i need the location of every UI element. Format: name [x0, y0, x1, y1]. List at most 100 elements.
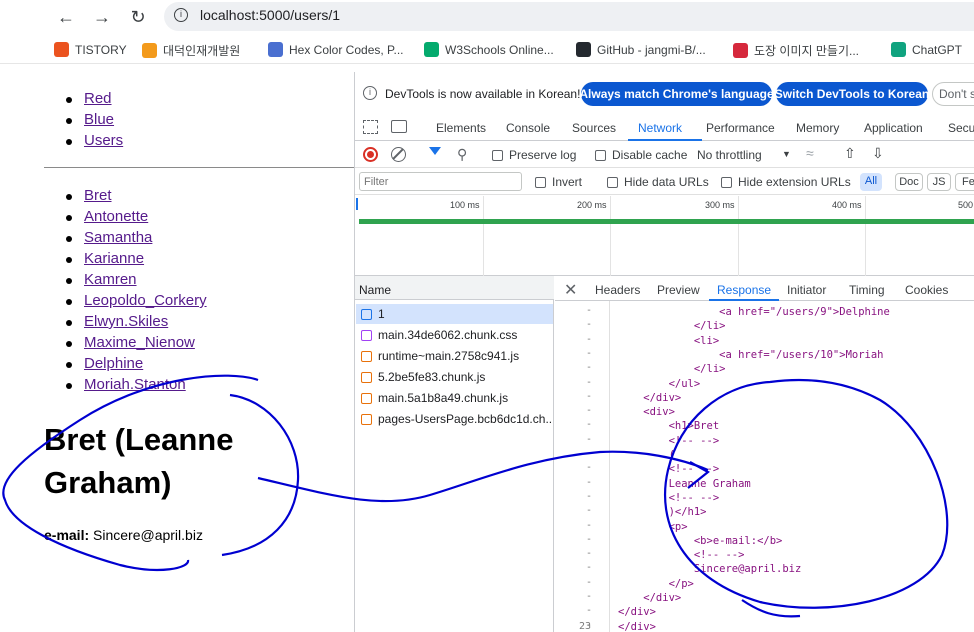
- switch-korean-button[interactable]: Switch DevTools to Korean: [775, 82, 929, 106]
- record-icon[interactable]: [363, 147, 378, 162]
- user-link[interactable]: Karianne: [84, 250, 144, 267]
- devtools-tab[interactable]: Elements: [436, 121, 486, 135]
- timeline-tick-label: 300 ms: [705, 200, 735, 210]
- response-tab[interactable]: Response: [717, 283, 771, 297]
- bookmark-label: 대덕인재개발원: [163, 44, 241, 58]
- url-text[interactable]: localhost:5000/users/1: [200, 7, 340, 23]
- throttling-select[interactable]: No throttling: [697, 148, 762, 162]
- user-link[interactable]: Samantha: [84, 229, 152, 246]
- code-line: </div>: [618, 592, 682, 604]
- gutter-dash: -: [586, 519, 593, 531]
- bookmark-item[interactable]: Hex Color Codes, P...: [268, 42, 404, 57]
- dont-show-button[interactable]: Don't s: [932, 82, 974, 106]
- reload-button[interactable]: ↻: [126, 5, 150, 29]
- bullet: [66, 215, 72, 221]
- file-type-icon: [361, 308, 372, 320]
- type-filter-button[interactable]: All: [860, 173, 882, 191]
- bookmark-item[interactable]: GitHub - jangmi-B/...: [576, 42, 706, 57]
- inspect-element-icon[interactable]: [363, 120, 378, 134]
- user-link[interactable]: Bret: [84, 187, 112, 204]
- request-name: main.5a1b8a49.chunk.js: [378, 391, 509, 405]
- devtools-tab[interactable]: Sources: [572, 121, 616, 135]
- bullet: [66, 320, 72, 326]
- disable-cache-checkbox[interactable]: Disable cache: [595, 148, 687, 162]
- search-icon[interactable]: ⚲: [457, 146, 467, 163]
- devtools-tab[interactable]: Application: [864, 121, 923, 135]
- user-link[interactable]: Elwyn.Skiles: [84, 313, 168, 330]
- site-info-icon[interactable]: i: [174, 8, 188, 22]
- bookmark-item[interactable]: 도장 이미지 만들기...: [733, 42, 859, 59]
- gutter-dash: -: [586, 591, 593, 602]
- preserve-log-checkbox[interactable]: Preserve log: [492, 148, 576, 162]
- network-conditions-icon[interactable]: ≈: [806, 145, 814, 161]
- bookmark-item[interactable]: TISTORY: [54, 42, 127, 57]
- request-row[interactable]: main.34de6062.chunk.css: [356, 325, 553, 345]
- user-link[interactable]: Maxime_Nienow: [84, 334, 195, 351]
- export-har-icon[interactable]: ⇩: [872, 145, 884, 162]
- gutter-dash: -: [586, 362, 593, 374]
- gutter-dash: -: [586, 476, 593, 488]
- chevron-down-icon[interactable]: ▼: [782, 149, 791, 159]
- devtools-tab[interactable]: Secu: [948, 121, 974, 135]
- code-line: <a href="/users/9">Delphine: [618, 306, 890, 318]
- invert-checkbox[interactable]: Invert: [535, 175, 582, 189]
- bookmark-item[interactable]: W3Schools Online...: [424, 42, 554, 57]
- type-filter-button[interactable]: Fet: [955, 173, 974, 191]
- user-link[interactable]: Kamren: [84, 271, 137, 288]
- code-line: <div>: [618, 406, 675, 419]
- request-row[interactable]: 5.2be5fe83.chunk.js: [356, 367, 553, 387]
- user-link[interactable]: Moriah.Stanton: [84, 376, 186, 393]
- gutter-dash: -: [586, 319, 593, 331]
- bullet: [66, 118, 72, 124]
- type-filter-button[interactable]: JS: [927, 173, 951, 191]
- close-icon[interactable]: ✕: [564, 280, 577, 300]
- forward-button[interactable]: →: [90, 5, 114, 29]
- user-link[interactable]: Delphine: [84, 355, 143, 372]
- type-filter-button[interactable]: Doc: [895, 173, 923, 191]
- info-icon: i: [363, 86, 377, 100]
- device-toolbar-icon[interactable]: [391, 120, 407, 133]
- nav-link[interactable]: Red: [84, 90, 112, 107]
- timeline-tick-label: 100 ms: [450, 200, 480, 210]
- request-name: main.34de6062.chunk.css: [378, 328, 518, 342]
- request-row[interactable]: runtime~main.2758c941.js: [356, 346, 553, 366]
- bookmark-item[interactable]: 대덕인재개발원: [142, 42, 240, 59]
- response-tab[interactable]: Initiator: [787, 283, 826, 297]
- code-line: <h1>Bret: [618, 420, 720, 433]
- filter-input[interactable]: [359, 172, 522, 191]
- devtools-tab[interactable]: Console: [506, 121, 550, 135]
- response-tab[interactable]: Cookies: [905, 283, 948, 297]
- user-link[interactable]: Leopoldo_Corkery: [84, 292, 207, 309]
- back-button[interactable]: ←: [54, 5, 78, 29]
- gutter-dash: -: [586, 605, 593, 617]
- hide-extension-urls-checkbox[interactable]: Hide extension URLs: [721, 175, 851, 189]
- devtools-tab[interactable]: Performance: [706, 121, 775, 135]
- match-language-button[interactable]: Always match Chrome's language: [579, 82, 774, 106]
- bookmark-favicon-icon: [142, 43, 157, 58]
- nav-link[interactable]: Blue: [84, 111, 114, 128]
- filter-icon[interactable]: [429, 147, 441, 155]
- devtools-tab[interactable]: Network: [638, 121, 682, 135]
- bookmark-label: W3Schools Online...: [445, 42, 554, 57]
- import-har-icon[interactable]: ⇧: [844, 145, 856, 162]
- devtools-tab[interactable]: Memory: [796, 121, 839, 135]
- gutter-dash: -: [586, 533, 593, 545]
- request-row[interactable]: main.5a1b8a49.chunk.js: [356, 388, 553, 408]
- response-tab[interactable]: Headers: [595, 283, 640, 297]
- clear-icon[interactable]: [391, 147, 406, 162]
- code-line: <!-- -->: [618, 463, 720, 476]
- response-tab[interactable]: Preview: [657, 283, 700, 297]
- code-line: <!-- -->: [618, 491, 720, 504]
- bookmark-item[interactable]: ChatGPT: [891, 42, 962, 57]
- request-row[interactable]: pages-UsersPage.bcb6dc1d.ch...: [356, 409, 553, 429]
- gutter-dash: -: [586, 562, 593, 574]
- devtools-info-text: DevTools is now available in Korean!: [385, 87, 581, 101]
- bullet: [66, 383, 72, 389]
- response-tab[interactable]: Timing: [849, 283, 885, 297]
- web-page: [0, 72, 354, 632]
- request-row[interactable]: 1: [356, 304, 553, 324]
- nav-link[interactable]: Users: [84, 132, 123, 149]
- user-link[interactable]: Antonette: [84, 208, 148, 225]
- hide-data-urls-checkbox[interactable]: Hide data URLs: [607, 175, 709, 189]
- bullet: [66, 97, 72, 103]
